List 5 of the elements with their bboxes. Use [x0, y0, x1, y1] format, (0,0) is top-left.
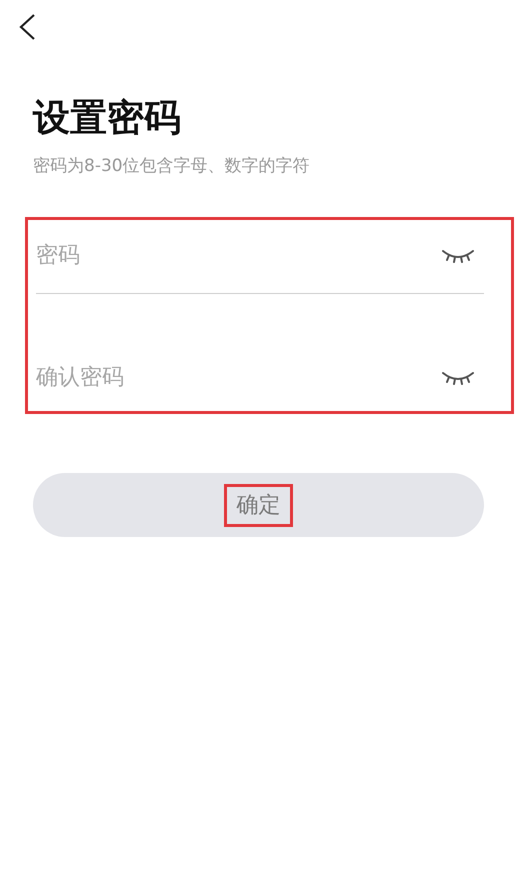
- password-field[interactable]: 确认密码: [36, 364, 441, 390]
- subtitle: 密码为8-30位包含字母、数字的字符: [33, 155, 311, 177]
- page-title: 设置密码: [33, 95, 182, 141]
- back-icon[interactable]: [18, 13, 36, 41]
- password-field[interactable]: 密码: [36, 242, 441, 268]
